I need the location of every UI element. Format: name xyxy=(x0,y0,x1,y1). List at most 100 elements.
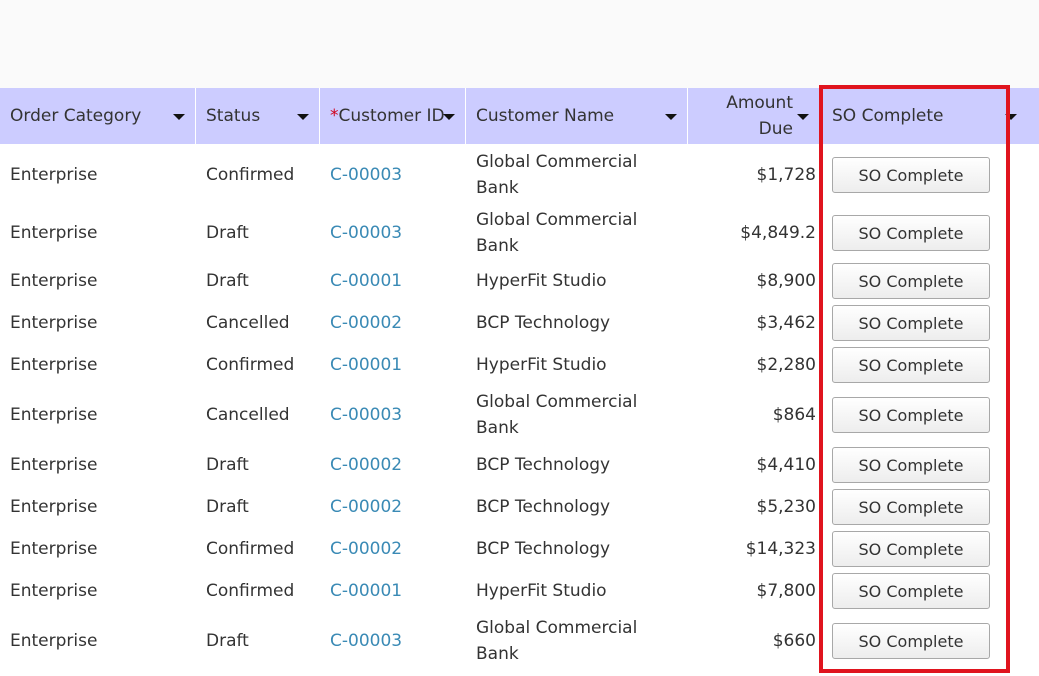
customer-id-link-text[interactable]: C-00002 xyxy=(330,310,402,336)
status-cell: Draft xyxy=(196,206,320,260)
status-cell: Draft xyxy=(196,444,320,486)
customer-name-cell: HyperFit Studio xyxy=(466,344,688,386)
col-header-customer-name[interactable]: Customer Name xyxy=(466,88,688,144)
status-cell: Draft xyxy=(196,486,320,528)
customer-id-link[interactable]: C-00003 xyxy=(320,144,466,206)
table-row: Enterprise Draft C-00003 Global Commercial … xyxy=(0,612,1039,670)
caret-down-icon[interactable] xyxy=(665,114,677,120)
table-body: Enterprise Confirmed C-00003 Global Commerc… xyxy=(0,144,1039,670)
status-cell-text: Confirmed xyxy=(206,539,295,559)
customer-id-link-text[interactable]: C-00002 xyxy=(330,452,402,478)
customer-id-link[interactable]: C-00003 xyxy=(320,386,466,444)
status-cell-text: Confirmed xyxy=(206,355,295,375)
so-complete-button[interactable]: SO Complete xyxy=(832,447,990,483)
so-complete-button[interactable]: SO Complete xyxy=(832,305,990,341)
status-cell-text: Confirmed xyxy=(206,581,295,601)
status-cell: Draft xyxy=(196,612,320,670)
customer-id-link-text[interactable]: C-00002 xyxy=(330,536,402,562)
order-category-cell: Enterprise xyxy=(0,570,196,612)
table-row: Enterprise Draft C-00002 BCP Technology $4,4… xyxy=(0,444,1039,486)
customer-id-link[interactable]: C-00003 xyxy=(320,206,466,260)
customer-id-link[interactable]: C-00001 xyxy=(320,570,466,612)
customer-id-link[interactable]: C-00002 xyxy=(320,444,466,486)
customer-id-link[interactable]: C-00002 xyxy=(320,302,466,344)
order-category-cell-text: Enterprise xyxy=(10,497,98,517)
customer-id-link-text[interactable]: C-00003 xyxy=(330,402,402,428)
so-complete-button[interactable]: SO Complete xyxy=(832,531,990,567)
so-complete-button[interactable]: SO Complete xyxy=(832,215,990,251)
col-header-label: Status xyxy=(206,106,261,126)
amount-due-cell-text: $4,410 xyxy=(756,455,816,475)
customer-name-cell: Global Commercial Bank xyxy=(466,144,688,206)
table-row: Enterprise Cancelled C-00003 Global Commerc… xyxy=(0,386,1039,444)
so-complete-cell: SO Complete xyxy=(820,570,1039,612)
so-complete-button[interactable]: SO Complete xyxy=(832,347,990,383)
so-complete-cell: SO Complete xyxy=(820,444,1039,486)
order-category-cell-text: Enterprise xyxy=(10,631,98,651)
table-row: Enterprise Confirmed C-00002 BCP Technology… xyxy=(0,528,1039,570)
status-cell-text: Confirmed xyxy=(206,165,295,185)
caret-down-icon[interactable] xyxy=(443,114,455,120)
table-row: Enterprise Draft C-00002 BCP Technology $5,2… xyxy=(0,486,1039,528)
customer-name-cell: BCP Technology xyxy=(466,486,688,528)
customer-name-cell-text: BCP Technology xyxy=(476,313,611,333)
customer-id-link-text[interactable]: C-00001 xyxy=(330,578,402,604)
amount-due-cell: $7,800 xyxy=(688,570,820,612)
customer-id-link-text[interactable]: C-00003 xyxy=(330,628,402,654)
order-category-cell: Enterprise xyxy=(0,528,196,570)
customer-id-link-text[interactable]: C-00003 xyxy=(330,220,402,246)
status-cell-text: Draft xyxy=(206,497,249,517)
so-complete-button[interactable]: SO Complete xyxy=(832,573,990,609)
col-header-status[interactable]: Status xyxy=(196,88,320,144)
status-cell-text: Draft xyxy=(206,455,249,475)
status-cell-text: Draft xyxy=(206,271,249,291)
customer-name-cell: HyperFit Studio xyxy=(466,260,688,302)
so-complete-button[interactable]: SO Complete xyxy=(832,263,990,299)
required-marker: * xyxy=(330,106,339,126)
col-header-label: SO Complete xyxy=(832,106,944,126)
customer-id-link[interactable]: C-00002 xyxy=(320,486,466,528)
amount-due-cell-text: $8,900 xyxy=(756,271,816,291)
customer-id-link-text[interactable]: C-00002 xyxy=(330,494,402,520)
customer-name-cell-text: BCP Technology xyxy=(476,497,611,517)
caret-down-icon[interactable] xyxy=(297,114,309,120)
col-header-amount-due[interactable]: Amount Due xyxy=(688,88,820,144)
customer-id-link[interactable]: C-00002 xyxy=(320,528,466,570)
customer-id-link[interactable]: C-00001 xyxy=(320,260,466,302)
col-header-order-category[interactable]: Order Category xyxy=(0,88,196,144)
table-row: Enterprise Draft C-00003 Global Commercial … xyxy=(0,206,1039,260)
customer-id-link-text[interactable]: C-00003 xyxy=(330,162,402,188)
so-complete-cell: SO Complete xyxy=(820,144,1039,206)
order-category-cell-text: Enterprise xyxy=(10,223,98,243)
caret-down-icon[interactable] xyxy=(173,114,185,120)
customer-name-cell-text: Global Commercial Bank xyxy=(476,152,638,198)
customer-name-cell: Global Commercial Bank xyxy=(466,612,688,670)
order-category-cell: Enterprise xyxy=(0,302,196,344)
customer-name-cell: BCP Technology xyxy=(466,302,688,344)
customer-id-link[interactable]: C-00003 xyxy=(320,612,466,670)
amount-due-cell-text: $5,230 xyxy=(756,497,816,517)
customer-id-link-text[interactable]: C-00001 xyxy=(330,268,402,294)
amount-due-cell-text: $4,849.2 xyxy=(740,223,816,243)
col-header-customer-id[interactable]: *Customer ID xyxy=(320,88,466,144)
customer-id-link-text[interactable]: C-00001 xyxy=(330,352,402,378)
so-complete-cell: SO Complete xyxy=(820,344,1039,386)
customer-name-cell: Global Commercial Bank xyxy=(466,206,688,260)
customer-name-cell-text: BCP Technology xyxy=(476,455,611,475)
so-complete-button[interactable]: SO Complete xyxy=(832,489,990,525)
amount-due-cell: $2,280 xyxy=(688,344,820,386)
caret-down-icon[interactable] xyxy=(1005,114,1017,120)
col-header-so-complete[interactable]: SO Complete xyxy=(820,88,1039,144)
amount-due-cell-text: $2,280 xyxy=(756,355,816,375)
customer-name-cell-text: HyperFit Studio xyxy=(476,581,607,601)
so-complete-button[interactable]: SO Complete xyxy=(832,157,990,193)
customer-name-cell-text: Global Commercial Bank xyxy=(476,210,638,256)
customer-name-cell: BCP Technology xyxy=(466,444,688,486)
so-complete-button[interactable]: SO Complete xyxy=(832,397,990,433)
so-complete-button[interactable]: SO Complete xyxy=(832,623,990,659)
caret-down-icon[interactable] xyxy=(797,114,809,120)
so-complete-cell: SO Complete xyxy=(820,206,1039,260)
customer-id-link[interactable]: C-00001 xyxy=(320,344,466,386)
status-cell-text: Draft xyxy=(206,631,249,651)
customer-name-cell-text: HyperFit Studio xyxy=(476,355,607,375)
